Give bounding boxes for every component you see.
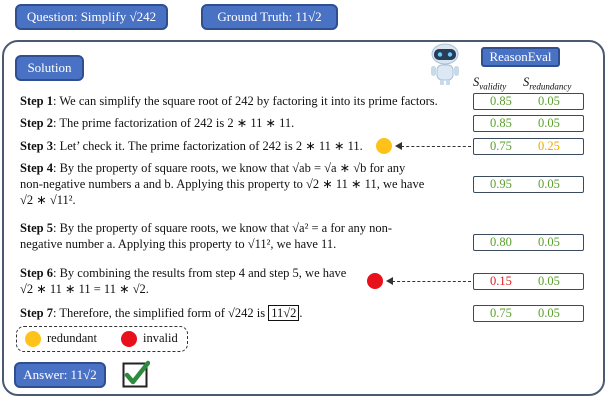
step-2: Step 2: The prime factorization of 242 i… [20,116,295,130]
checkmark-icon [122,360,150,388]
invalid-legend-label: invalid [143,331,178,345]
validity-score: 0.15 [490,274,512,288]
invalid-legend-dot [121,331,137,347]
invalid-marker [367,273,383,289]
redundancy-column-header: Sredundancy [523,75,572,92]
redundant-marker [376,138,392,154]
solution-badge: Solution [15,55,84,81]
step-5: Step 5: By the property of square roots,… [20,221,393,251]
ground-truth-badge: Ground Truth: 11√2 [201,4,338,30]
score-row-4: 0.95 0.05 [473,176,584,193]
validity-score: 0.95 [490,177,512,191]
arrow-line-step-6 [392,281,471,282]
arrow-line-step-3 [401,146,471,147]
score-row-7: 0.75 0.05 [473,305,584,322]
redundancy-score: 0.05 [538,116,560,130]
reasoneval-badge: ReasonEval [481,47,560,67]
score-row-3: 0.75 0.25 [473,138,584,155]
robot-icon [431,43,459,85]
score-row-6: 0.15 0.05 [473,273,584,290]
redundancy-score: 0.05 [538,94,560,108]
validity-score: 0.85 [490,94,512,108]
validity-score: 0.75 [490,139,512,153]
validity-score: 0.85 [490,116,512,130]
redundant-legend-label: redundant [47,331,97,345]
step-4: Step 4: By the property of square roots,… [20,161,425,207]
step-3: Step 3: Let’ check it. The prime factori… [20,139,363,153]
redundancy-score: 0.05 [538,306,560,320]
validity-column-header: Svalidity [473,75,507,92]
redundant-legend-dot [25,331,41,347]
step-7: Step 7: Therefore, the simplified form o… [20,305,303,321]
validity-score: 0.75 [490,306,512,320]
final-answer-box: 11√2 [268,305,300,321]
redundancy-score: 0.25 [538,139,560,153]
question-badge: Question: Simplify √242 [15,4,168,30]
redundancy-score: 0.05 [538,235,560,249]
legend: redundant invalid [16,326,188,352]
validity-score: 0.80 [490,235,512,249]
answer-badge: Answer: 11√2 [14,362,106,388]
step-1: Step 1: We can simplify the square root … [20,94,438,108]
redundancy-score: 0.05 [538,274,560,288]
score-row-1: 0.85 0.05 [473,93,584,110]
step-6: Step 6: By combining the results from st… [20,266,347,296]
score-row-2: 0.85 0.05 [473,115,584,132]
score-row-5: 0.80 0.05 [473,234,584,251]
redundancy-score: 0.05 [538,177,560,191]
